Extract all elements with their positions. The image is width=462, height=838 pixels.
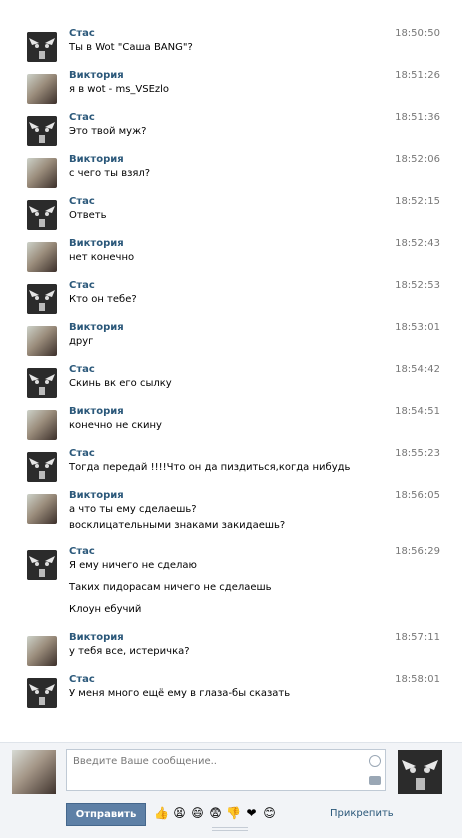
avatar-stas[interactable]	[27, 116, 57, 146]
avatar-viktoria[interactable]	[27, 494, 57, 524]
message-text: Я ему ничего не сделаю	[69, 560, 197, 571]
message-text: с чего ты взял?	[69, 168, 151, 179]
message-history: Стас 18:50:50 Ты в Wot "Саша BANG"? Виктори…	[0, 0, 462, 740]
camera-icon[interactable]	[369, 776, 381, 785]
message-text: а что ты ему сделаешь?	[69, 504, 197, 515]
author-name[interactable]: Виктория	[69, 238, 124, 249]
avatar-stas[interactable]	[27, 452, 57, 482]
author-name[interactable]: Стас	[69, 674, 95, 685]
author-name[interactable]: Стас	[69, 448, 95, 459]
message-time: 18:53:01	[395, 322, 440, 333]
message-time: 18:56:05	[395, 490, 440, 501]
avatar-viktoria[interactable]	[27, 326, 57, 356]
message-time: 18:56:29	[395, 546, 440, 557]
author-name[interactable]: Виктория	[69, 154, 124, 165]
send-button[interactable]: Отправить	[66, 803, 146, 826]
message-time: 18:55:23	[395, 448, 440, 459]
message-text: Скинь вк его сылку	[69, 378, 172, 389]
author-name[interactable]: Стас	[69, 546, 95, 557]
emoji-icon[interactable]: ❤	[244, 806, 259, 821]
avatar-viktoria[interactable]	[27, 636, 57, 666]
message-time: 18:54:42	[395, 364, 440, 375]
message-text: нет конечно	[69, 252, 135, 263]
avatar-viktoria[interactable]	[27, 242, 57, 272]
message-text: я в wot - ms_VSEzlo	[69, 84, 170, 95]
avatar-stas[interactable]	[27, 368, 57, 398]
message-text: у тебя все, истеричка?	[69, 646, 190, 657]
avatar-viktoria[interactable]	[27, 158, 57, 188]
message-input-box[interactable]	[66, 749, 386, 791]
my-avatar[interactable]	[12, 750, 56, 794]
smile-icon[interactable]	[369, 755, 381, 767]
emoji-icon[interactable]: 👎	[226, 806, 241, 821]
message-time: 18:52:06	[395, 154, 440, 165]
avatar-viktoria[interactable]	[27, 410, 57, 440]
peer-avatar[interactable]	[398, 750, 442, 794]
author-name[interactable]: Виктория	[69, 70, 124, 81]
message-composer: Отправить 👍😫😄😨👎❤😊 Прикрепить	[0, 742, 462, 838]
emoji-bar: 👍 😫 😄 😨 👎 ❤ 😊	[154, 806, 277, 821]
message-time: 18:51:26	[395, 70, 440, 81]
author-name[interactable]: Стас	[69, 364, 95, 375]
emoji-icon[interactable]: 😨	[208, 806, 223, 821]
message-text: Ты в Wot "Саша BANG"?	[69, 42, 193, 53]
author-name[interactable]: Стас	[69, 112, 95, 123]
avatar-stas[interactable]	[27, 678, 57, 708]
message-text: Ответь	[69, 210, 107, 221]
avatar-viktoria[interactable]	[27, 74, 57, 104]
message-text: восклицательными знаками закидаешь?	[69, 520, 286, 531]
message-time: 18:52:53	[395, 280, 440, 291]
avatar-stas[interactable]	[27, 550, 57, 580]
emoji-icon[interactable]: 👍	[154, 806, 169, 821]
message-time: 18:58:01	[395, 674, 440, 685]
message-time: 18:52:15	[395, 196, 440, 207]
emoji-icon[interactable]: 😄	[190, 806, 205, 821]
message-time: 18:57:11	[395, 632, 440, 643]
author-name[interactable]: Стас	[69, 28, 95, 39]
message-input[interactable]	[67, 750, 359, 773]
author-name[interactable]: Виктория	[69, 632, 124, 643]
message-text: Клоун ебучий	[69, 604, 142, 615]
author-name[interactable]: Виктория	[69, 490, 124, 501]
message-time: 18:50:50	[395, 28, 440, 39]
message-text: Таких пидорасам ничего не сделаешь	[69, 582, 272, 593]
message-text: У меня много ещё ему в глаза-бы сказать	[69, 688, 291, 699]
message-text: Это твой муж?	[69, 126, 147, 137]
emoji-icon[interactable]: 😊	[262, 806, 277, 821]
message-text: Тогда передай !!!!Что он да пиздиться,ко…	[69, 462, 351, 473]
emoji-icon[interactable]: 😫	[172, 806, 187, 821]
message-text: Кто он тебе?	[69, 294, 137, 305]
avatar-stas[interactable]	[27, 200, 57, 230]
author-name[interactable]: Стас	[69, 196, 95, 207]
author-name[interactable]: Виктория	[69, 406, 124, 417]
message-time: 18:51:36	[395, 112, 440, 123]
author-name[interactable]: Виктория	[69, 322, 124, 333]
attach-link[interactable]: Прикрепить	[330, 808, 394, 819]
message-text: друг	[69, 336, 94, 347]
message-text: конечно не скину	[69, 420, 162, 431]
avatar-stas[interactable]	[27, 32, 57, 62]
avatar-stas[interactable]	[27, 284, 57, 314]
message-time: 18:54:51	[395, 406, 440, 417]
resize-handle[interactable]	[212, 825, 248, 833]
owl-avatar-icon	[398, 750, 442, 794]
author-name[interactable]: Стас	[69, 280, 95, 291]
message-time: 18:52:43	[395, 238, 440, 249]
